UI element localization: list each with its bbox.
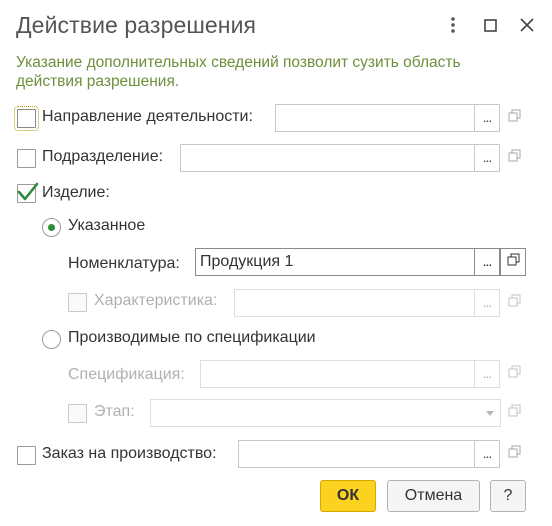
chevron-down-icon bbox=[486, 411, 494, 416]
close-icon[interactable] bbox=[515, 13, 539, 37]
division-select-button[interactable]: ... bbox=[474, 144, 500, 172]
stage-label: Этап: bbox=[94, 403, 135, 420]
specification-select-button[interactable]: ... bbox=[474, 360, 500, 388]
title-bar: Действие разрешения bbox=[0, 0, 552, 50]
division-checkbox[interactable] bbox=[17, 149, 36, 168]
ok-button[interactable]: ОК bbox=[320, 480, 376, 512]
specified-label: Указанное bbox=[68, 217, 146, 234]
checkmark-icon bbox=[17, 182, 39, 201]
open-icon bbox=[508, 109, 521, 127]
production-order-select-button[interactable]: ... bbox=[474, 440, 500, 468]
characteristic-label: Характеристика: bbox=[94, 292, 218, 309]
nomenclature-label: Номенклатура: bbox=[68, 255, 180, 272]
open-icon bbox=[507, 253, 520, 271]
produced-by-spec-radio[interactable] bbox=[42, 330, 61, 349]
direction-checkbox[interactable] bbox=[14, 106, 39, 131]
characteristic-field[interactable] bbox=[234, 289, 474, 317]
product-label: Изделие: bbox=[42, 184, 110, 201]
specification-field[interactable] bbox=[200, 360, 474, 388]
stage-open-button[interactable] bbox=[501, 399, 527, 427]
stage-dropdown[interactable] bbox=[150, 399, 501, 427]
nomenclature-open-button[interactable] bbox=[500, 248, 526, 276]
specified-radio[interactable] bbox=[42, 218, 61, 237]
maximize-icon[interactable] bbox=[478, 13, 502, 37]
hint-text: Указание дополнительных сведений позволи… bbox=[16, 54, 461, 90]
production-order-checkbox[interactable] bbox=[17, 446, 36, 465]
produced-by-spec-label: Производимые по спецификации bbox=[68, 329, 316, 346]
direction-label: Направление деятельности: bbox=[42, 108, 253, 125]
specification-open-button[interactable] bbox=[501, 360, 527, 388]
characteristic-select-button[interactable]: ... bbox=[474, 289, 500, 317]
production-order-label: Заказ на производство: bbox=[42, 445, 217, 462]
division-label: Подразделение: bbox=[42, 148, 164, 165]
window-title: Действие разрешения bbox=[16, 12, 257, 38]
production-order-open-button[interactable] bbox=[501, 440, 527, 468]
direction-select-button[interactable]: ... bbox=[474, 104, 500, 132]
characteristic-open-button[interactable] bbox=[501, 289, 527, 317]
division-field[interactable] bbox=[180, 144, 474, 172]
open-icon bbox=[508, 149, 521, 167]
open-icon bbox=[508, 365, 521, 383]
help-button[interactable]: ? bbox=[490, 480, 526, 512]
nomenclature-value: Продукция 1 bbox=[200, 253, 294, 270]
production-order-field[interactable] bbox=[238, 440, 474, 468]
nomenclature-select-button[interactable]: ... bbox=[474, 248, 500, 276]
cancel-button[interactable]: Отмена bbox=[387, 480, 480, 512]
specification-label: Спецификация: bbox=[68, 366, 185, 383]
direction-open-button[interactable] bbox=[501, 104, 527, 132]
open-icon bbox=[508, 404, 521, 422]
division-open-button[interactable] bbox=[501, 144, 527, 172]
open-icon bbox=[508, 294, 521, 312]
nomenclature-field[interactable]: Продукция 1 bbox=[195, 248, 474, 276]
stage-checkbox[interactable] bbox=[68, 404, 87, 423]
more-vertical-icon[interactable] bbox=[441, 13, 465, 37]
open-icon bbox=[508, 445, 521, 463]
characteristic-checkbox[interactable] bbox=[68, 293, 87, 312]
direction-field[interactable] bbox=[275, 104, 474, 132]
